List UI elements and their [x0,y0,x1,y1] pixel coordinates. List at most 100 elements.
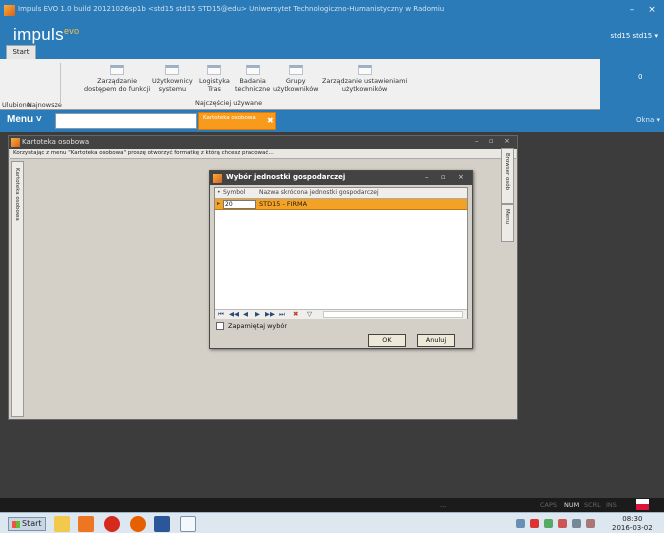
left-rail-tab[interactable]: Kartoteka osobowa [11,161,24,417]
clear-filter-icon[interactable]: ✖ [293,310,298,318]
volume-tray-icon[interactable] [572,519,581,528]
maximize-icon[interactable]: ▫ [441,173,446,181]
insert-indicator: INS [606,501,617,509]
word-icon[interactable] [154,516,170,532]
document-tab-label: Kartoteka osobowa [203,115,256,121]
ribbon-group-label: Najczęściej używane [195,99,263,107]
sync-tray-icon[interactable] [544,519,553,528]
clock-time: 08:30 [622,515,643,523]
minimize-button[interactable]: – [626,4,638,16]
num-indicator: NUM [564,501,580,509]
remember-choice-label: Zapamiętaj wybór [228,322,288,330]
browser-rail-label: Browser osób [504,153,510,191]
select-company-dialog: Wybór jednostki gospodarczej – ▫ × • Sym… [209,170,473,349]
symbol-cell[interactable]: 20 [223,200,256,209]
kartoteka-title-bar: Kartoteka osobowa – ▫ × [9,136,517,149]
ribbon-separator [60,63,61,105]
row-indicator-icon: ▸ [217,200,221,207]
next-record-icon[interactable]: ▶ [255,310,260,318]
firefox-icon[interactable] [130,516,146,532]
security-tray-icon[interactable] [558,519,567,528]
caps-indicator: CAPS [540,501,558,509]
cancel-button[interactable]: Anuluj [417,334,455,347]
network-tray-icon[interactable] [516,519,525,528]
window-icon [357,65,372,75]
ok-button[interactable]: OK [368,334,406,347]
table-row[interactable]: ▸ 20 STD15 - FIRMA [215,199,467,210]
column-header-symbol[interactable]: Symbol [223,189,245,196]
close-button[interactable]: × [646,4,658,16]
window-title: Impuls EVO 1.0 build 20121026sp1b <std15… [18,5,445,13]
language-flag-icon[interactable] [636,499,649,510]
user-groups-button[interactable]: Grupy użytkowników [273,65,319,93]
prev-record-icon[interactable]: ◀ [243,310,248,318]
minimize-icon[interactable]: – [425,173,429,181]
dialog-title-bar: Wybór jednostki gospodarczej – ▫ × [210,171,472,185]
name-cell[interactable]: STD15 - FIRMA [259,200,307,208]
notification-count: 0 [638,73,643,81]
browser-rail-tab[interactable]: Browser osób [501,148,514,204]
battery-tray-icon[interactable] [586,519,595,528]
ribbon: Ulubione Najnowsze Zarządzanie dostępem … [0,59,664,110]
opera-icon[interactable] [104,516,120,532]
menu-search-input[interactable] [55,113,197,129]
title-bar: Impuls EVO 1.0 build 20121026sp1b <std15… [0,0,664,22]
close-icon[interactable]: × [458,173,464,181]
recent-link[interactable]: Najnowsze [27,101,62,109]
taskbar: Start 08:30 2016-03-02 [0,512,664,533]
file-explorer-icon[interactable] [54,516,70,532]
horizontal-scrollbar[interactable] [323,311,463,318]
left-rail-label: Kartoteka osobowa [14,168,20,221]
kartoteka-title: Kartoteka osobowa [22,138,90,146]
window-icon [165,65,180,75]
last-record-icon[interactable]: ⏭ [279,310,285,319]
app-icon [11,138,20,147]
windows-menu[interactable]: Okna ▾ [636,116,660,124]
column-header-name[interactable]: Nazwa skrócona jednostki gospodarczej [259,189,379,196]
access-management-button[interactable]: Zarządzanie dostępem do funkcji [84,65,150,93]
checkbox-box[interactable] [216,322,224,330]
opera-tray-icon[interactable] [530,519,539,528]
office-icon[interactable] [78,516,94,532]
close-icon[interactable]: × [504,137,510,145]
company-grid: • Symbol Nazwa skrócona jednostki gospod… [214,187,468,319]
window-icon [245,65,260,75]
kartoteka-hint: Korzystając z menu "Kartoteka osobowa" p… [10,149,516,159]
prev-page-icon[interactable]: ◀◀ [229,310,239,318]
document-tab-kartoteka[interactable]: Kartoteka osobowa ✖ [198,112,276,130]
status-dots: ... [440,501,447,509]
status-bar: ... CAPS NUM SCRL INS [0,498,664,512]
app-logo: impulsevo [13,25,80,44]
window-icon [288,65,303,75]
start-button[interactable]: Start [8,517,46,531]
tab-start[interactable]: Start [6,45,36,59]
minimize-icon[interactable]: – [475,137,479,145]
menu-bar: Menu ˅ Kartoteka osobowa ✖ Okna ▾ [0,110,664,132]
window-icon [207,65,222,75]
grid-navigator: ⏮ ◀◀ ◀ ▶ ▶▶ ⏭ ✖ ▽ [215,309,467,319]
ribbon-right-panel: 0 [600,59,664,110]
sort-indicator-icon: • [217,189,221,196]
clock-date: 2016-03-02 [612,524,653,532]
close-tab-icon[interactable]: ✖ [267,116,274,125]
first-record-icon[interactable]: ⏮ [218,310,224,319]
hint-text: Korzystając z menu "Kartoteka osobowa" p… [13,150,274,156]
maximize-icon[interactable]: ▫ [489,137,494,145]
system-users-button[interactable]: Użytkownicy systemu [152,65,193,93]
filter-icon[interactable]: ▽ [307,310,312,318]
menu-rail-tab[interactable]: Menu [501,204,514,242]
calculator-icon[interactable] [180,516,196,532]
user-settings-button[interactable]: Zarządzanie ustawieniami użytkowników [322,65,407,93]
windows-logo-icon [12,521,20,528]
grid-header: • Symbol Nazwa skrócona jednostki gospod… [215,188,467,199]
technical-inspections-button[interactable]: Badania techniczne [235,65,270,93]
app-icon [213,174,222,183]
menu-rail-label: Menu [504,209,510,225]
next-page-icon[interactable]: ▶▶ [265,310,275,318]
user-menu[interactable]: std15 std15 ▾ [611,32,658,40]
system-clock[interactable]: 08:30 2016-03-02 [612,515,653,533]
menu-button[interactable]: Menu ˅ [7,114,42,125]
route-logistics-button[interactable]: Logistyka Tras [199,65,230,93]
window-icon [110,65,125,75]
scroll-indicator: SCRL [584,501,601,509]
